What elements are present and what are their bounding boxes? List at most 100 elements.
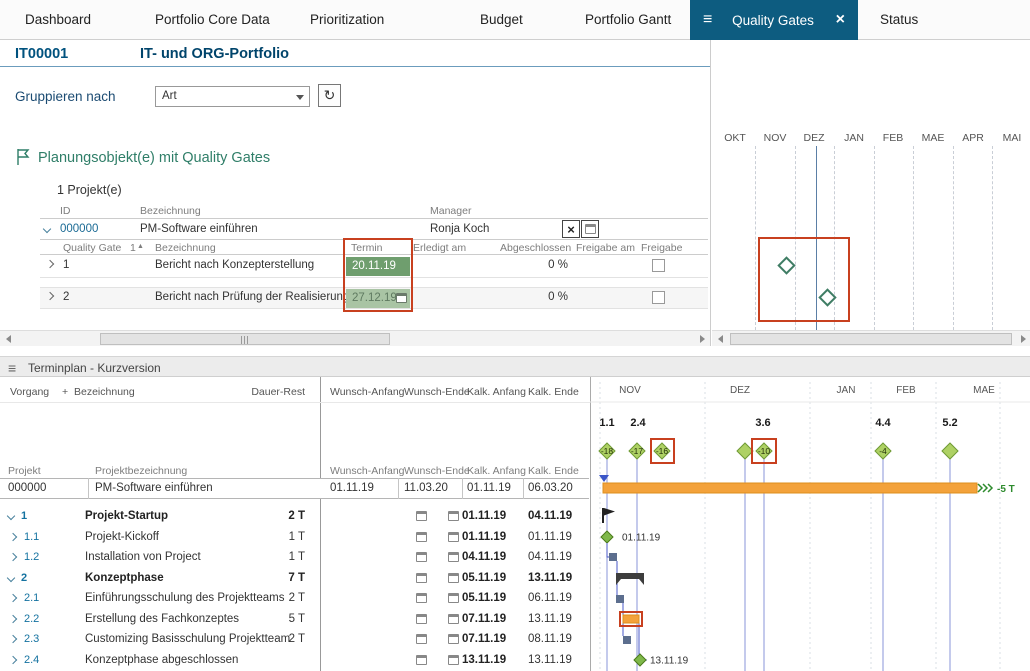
gate2-num: 2 [63,291,70,303]
task-name: Konzeptphase [85,572,164,584]
gate1-progress: 0 % [548,259,568,271]
calendar-icon[interactable] [448,511,459,521]
calendar-icon[interactable] [448,552,459,562]
gate1-freigabe-checkbox[interactable] [652,259,665,272]
svg-text:5.2: 5.2 [942,417,957,429]
col-dauer-rest[interactable]: Dauer-Rest [248,386,305,398]
col-vorgang[interactable]: Vorgang [10,386,49,398]
col-abgeschlossen[interactable]: Abgeschlossen [500,242,571,254]
groupby-select[interactable]: Art [155,86,310,107]
task-num: 2.2 [24,613,40,625]
calendar-icon[interactable] [416,655,427,665]
task-bar-customizing[interactable] [623,636,631,644]
portfolio-title: IT- und ORG-Portfolio [140,46,290,62]
collapse-icon[interactable] [6,573,16,583]
project-wunsch-ende[interactable]: 11.03.20 [404,482,448,494]
tab-quality-gates[interactable]: ≡ Quality Gates × [690,0,858,40]
milestone-kickoff-diamond[interactable] [600,530,614,544]
col-erledigt-am[interactable]: Erledigt am [413,242,466,254]
calendar-icon[interactable] [416,614,427,624]
task-name: Erstellung des Fachkonzeptes [85,613,240,625]
expand-icon[interactable] [8,552,18,562]
task-bar-einfuehrungsschulung[interactable] [616,595,624,603]
expand-icon[interactable] [8,655,18,665]
tab-portfolio-gantt[interactable]: Portfolio Gantt [585,0,671,40]
scroll-right-button[interactable] [1015,331,1030,346]
calendar-icon[interactable] [448,614,459,624]
col-kalk-anfang[interactable]: Kalk. Anfang [467,386,526,398]
expand-icon[interactable] [8,532,18,542]
expand-icon[interactable] [8,593,18,603]
tab-dashboard[interactable]: Dashboard [25,0,91,40]
startup-flag[interactable] [602,508,615,523]
terminplan-section-header[interactable]: ≡ Terminplan - Kurzversion [0,356,1030,377]
scroll-left-button[interactable] [0,331,16,346]
portfolio-id: IT00001 [15,46,69,62]
col-kalk-ende[interactable]: Kalk. Ende [528,386,579,398]
calendar-button[interactable] [581,220,599,238]
month-label: OKT [724,132,746,144]
expand-icon[interactable] [8,634,18,644]
right-pane-hscrollbar[interactable] [712,330,1030,346]
plus-icon[interactable]: + [62,386,68,398]
section-menu-icon[interactable]: ≡ [8,360,16,376]
col-kalk-anfang: Kalk. Anfang [467,465,526,477]
scroll-right-button[interactable] [694,331,710,346]
quality-gates-timeline-pane: OKT NOV DEZ JAN FEB MAE APR MAI [710,40,1030,346]
calendar-icon[interactable] [416,593,427,603]
calendar-icon[interactable] [416,634,427,644]
scrollbar-thumb[interactable] [100,333,390,345]
gate1-name: Bericht nach Konzepterstellung [155,259,315,271]
refresh-button[interactable]: ↻ [318,84,341,107]
project-wunsch-anfang[interactable]: 01.11.19 [330,482,374,494]
svg-text:FEB: FEB [896,385,916,396]
gate2-freigabe-checkbox[interactable] [652,291,665,304]
svg-text:DEZ: DEZ [730,385,750,396]
svg-text:NOV: NOV [619,385,641,396]
scroll-left-button[interactable] [712,331,728,346]
calendar-icon[interactable] [448,634,459,644]
expand-icon[interactable] [8,614,18,624]
col-wunsch-anfang[interactable]: Wunsch-Anfang [330,386,405,398]
close-icon[interactable]: × [836,11,845,29]
clear-dates-button[interactable]: × [562,220,580,238]
sort-indicator[interactable]: 1 [130,242,136,254]
summary-bar-konzeptphase[interactable] [616,573,644,585]
task-bar-fachkonzept[interactable] [622,614,640,624]
tab-status[interactable]: Status [880,0,918,40]
tab-prioritization[interactable]: Prioritization [310,0,384,40]
task-name: Projekt-Startup [85,510,169,522]
top-navigation: Dashboard Portfolio Core Data Prioritiza… [0,0,1030,40]
col-gate-name[interactable]: Bezeichnung [155,242,216,254]
scrollbar-thumb[interactable] [730,333,1012,345]
triangle-right-icon [699,334,705,343]
calendar-icon[interactable] [416,532,427,542]
task-dauer: 5 T [288,613,305,625]
menu-icon[interactable]: ≡ [703,11,712,29]
collapse-icon[interactable] [6,511,16,521]
task-bar-installation[interactable] [609,553,617,561]
calendar-icon[interactable] [448,655,459,665]
portfolio-header [0,40,710,67]
col-freigabe[interactable]: Freigabe [641,242,682,254]
month-label: DEZ [803,132,825,144]
col-bezeichnung[interactable]: Bezeichnung [74,386,135,398]
tab-budget[interactable]: Budget [480,0,523,40]
col-wunsch-ende[interactable]: Wunsch-Ende [404,386,470,398]
calendar-icon[interactable] [448,573,459,583]
calendar-icon[interactable] [448,532,459,542]
col-quality-gate[interactable]: Quality Gate [63,242,121,254]
calendar-icon[interactable] [416,573,427,583]
project-summary-bar[interactable] [602,482,978,494]
col-freigabe-am[interactable]: Freigabe am [576,242,635,254]
calendar-icon[interactable] [416,511,427,521]
col-manager: Manager [430,205,472,217]
calendar-icon[interactable] [416,552,427,562]
left-pane-hscrollbar[interactable] [0,330,710,346]
tab-portfolio-core-data[interactable]: Portfolio Core Data [155,0,270,40]
milestone-konzept-done-diamond[interactable] [633,653,647,667]
svg-text:-18: -18 [601,446,614,456]
svg-text:3.6: 3.6 [755,417,770,429]
quality-gate-diamonds[interactable] [598,442,959,460]
calendar-icon[interactable] [448,593,459,603]
